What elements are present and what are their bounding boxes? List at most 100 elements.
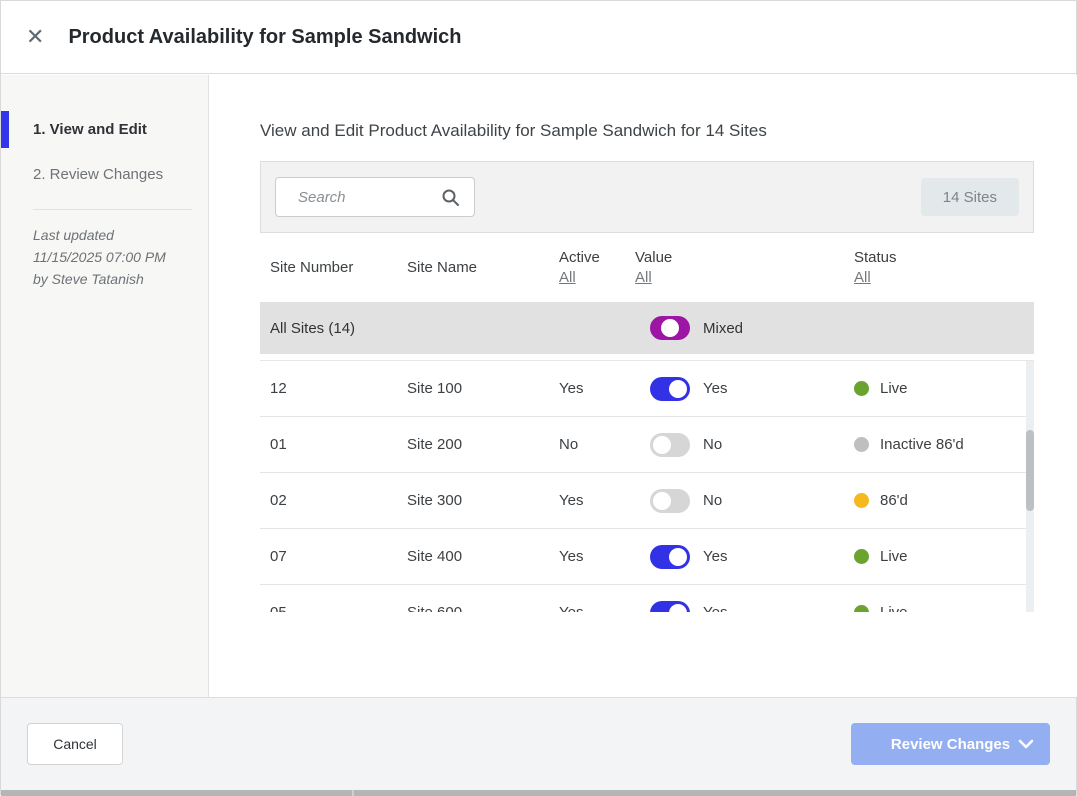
status-dot	[854, 381, 869, 396]
value-label: Yes	[703, 380, 727, 397]
toggle-knob	[661, 319, 679, 337]
site-number-cell: 07	[270, 548, 407, 565]
table-scroll-viewport[interactable]: 12 Site 100 Yes Yes Live 01 Site 200	[260, 360, 1034, 612]
status-cell: Inactive 86'd	[854, 436, 1034, 453]
active-cell: Yes	[559, 492, 635, 509]
value-cell: No	[635, 433, 854, 457]
toggle-knob	[669, 548, 687, 566]
value-all-filter-link[interactable]: All	[635, 269, 652, 286]
all-sites-label: All Sites (14)	[270, 320, 635, 337]
status-dot	[854, 493, 869, 508]
background-page-strip	[1, 790, 1076, 796]
value-label: Yes	[703, 604, 727, 612]
sidebar-step-review-changes[interactable]: 2. Review Changes	[1, 156, 208, 193]
table-row: 01 Site 200 No No Inactive 86'd	[260, 417, 1034, 473]
value-toggle[interactable]	[650, 601, 690, 613]
search-input[interactable]	[298, 189, 448, 206]
toggle-knob	[653, 436, 671, 454]
chevron-down-icon	[1018, 739, 1034, 749]
site-number-cell: 12	[270, 380, 407, 397]
site-name-cell: Site 400	[407, 548, 559, 565]
value-label: Yes	[703, 548, 727, 565]
table-header-row: Site Number Site Name Active All Value A…	[260, 233, 1034, 301]
site-name-cell: Site 600	[407, 604, 559, 612]
step-label: 2. Review Changes	[33, 166, 163, 183]
active-cell: Yes	[559, 604, 635, 612]
site-name-cell: Site 200	[407, 436, 559, 453]
modal-header: ✕ Product Availability for Sample Sandwi…	[1, 1, 1076, 74]
table-row: 02 Site 300 Yes No 86'd	[260, 473, 1034, 529]
status-cell: Live	[854, 604, 1034, 612]
site-name-cell: Site 100	[407, 380, 559, 397]
all-sites-toggle[interactable]	[650, 316, 690, 340]
background-divider	[352, 790, 354, 796]
product-availability-modal: ✕ Product Availability for Sample Sandwi…	[0, 0, 1077, 795]
modal-footer: Cancel Review Changes	[1, 697, 1076, 790]
column-header-site-name: Site Name	[407, 259, 559, 276]
table-row: 05 Site 600 Yes Yes Live	[260, 585, 1034, 612]
sites-table: 14 Sites Site Number Site Name Active Al…	[260, 161, 1034, 612]
status-label: Live	[880, 604, 908, 612]
main-panel: View and Edit Product Availability for S…	[210, 75, 1077, 697]
value-toggle[interactable]	[650, 377, 690, 401]
last-updated-timestamp: 11/15/2025 07:00 PM	[33, 246, 194, 268]
active-step-indicator	[1, 111, 9, 148]
steps-sidebar: 1. View and Edit 2. Review Changes Last …	[1, 75, 209, 697]
vertical-scrollbar[interactable]	[1026, 361, 1034, 612]
value-toggle[interactable]	[650, 489, 690, 513]
last-updated-note: Last updated 11/15/2025 07:00 PM by Stev…	[1, 224, 208, 290]
active-all-filter-link[interactable]: All	[559, 269, 576, 286]
site-name-cell: Site 300	[407, 492, 559, 509]
status-cell: Live	[854, 380, 1034, 397]
column-label: Site Number	[270, 259, 353, 276]
status-cell: 86'd	[854, 492, 1034, 509]
status-all-filter-link[interactable]: All	[854, 269, 871, 286]
value-toggle[interactable]	[650, 433, 690, 457]
column-label: Status	[854, 249, 897, 266]
value-cell: Yes	[635, 377, 854, 401]
site-number-cell: 02	[270, 492, 407, 509]
toggle-knob	[653, 492, 671, 510]
status-label: Live	[880, 380, 908, 397]
status-dot	[854, 605, 869, 612]
column-header-status: Status All	[854, 249, 1034, 286]
status-label: Live	[880, 548, 908, 565]
review-changes-button[interactable]: Review Changes	[851, 723, 1050, 765]
value-label: No	[703, 436, 722, 453]
column-header-active: Active All	[559, 249, 635, 286]
search-icon	[441, 188, 460, 207]
review-changes-label: Review Changes	[891, 736, 1010, 753]
value-cell: Yes	[635, 601, 854, 613]
table-toolbar: 14 Sites	[260, 161, 1034, 233]
status-cell: Live	[854, 548, 1034, 565]
column-header-value: Value All	[635, 249, 854, 286]
active-cell: No	[559, 436, 635, 453]
column-header-site-number: Site Number	[270, 259, 407, 276]
close-icon[interactable]: ✕	[26, 26, 44, 48]
active-cell: Yes	[559, 380, 635, 397]
toggle-knob	[669, 380, 687, 398]
toggle-knob	[669, 604, 687, 613]
value-toggle[interactable]	[650, 545, 690, 569]
sidebar-divider	[33, 209, 192, 210]
value-cell: No	[635, 489, 854, 513]
sidebar-step-view-and-edit[interactable]: 1. View and Edit	[1, 111, 208, 148]
column-label: Site Name	[407, 259, 477, 276]
table-row: 07 Site 400 Yes Yes Live	[260, 529, 1034, 585]
step-label: 1. View and Edit	[33, 121, 147, 138]
column-label: Active	[559, 249, 600, 266]
page-title: View and Edit Product Availability for S…	[260, 121, 1077, 141]
status-label: 86'd	[880, 492, 908, 509]
scrollbar-thumb[interactable]	[1026, 430, 1034, 511]
table-row: 12 Site 100 Yes Yes Live	[260, 361, 1034, 417]
sites-count-button[interactable]: 14 Sites	[921, 178, 1019, 216]
status-label: Inactive 86'd	[880, 436, 964, 453]
modal-title: Product Availability for Sample Sandwich	[68, 26, 461, 49]
search-box[interactable]	[275, 177, 475, 217]
cancel-button[interactable]: Cancel	[27, 723, 123, 765]
status-dot	[854, 437, 869, 452]
site-number-cell: 05	[270, 604, 407, 612]
all-sites-row: All Sites (14) Mixed	[260, 302, 1034, 354]
all-sites-toggle-label: Mixed	[703, 320, 743, 337]
last-updated-author: by Steve Tatanish	[33, 268, 194, 290]
